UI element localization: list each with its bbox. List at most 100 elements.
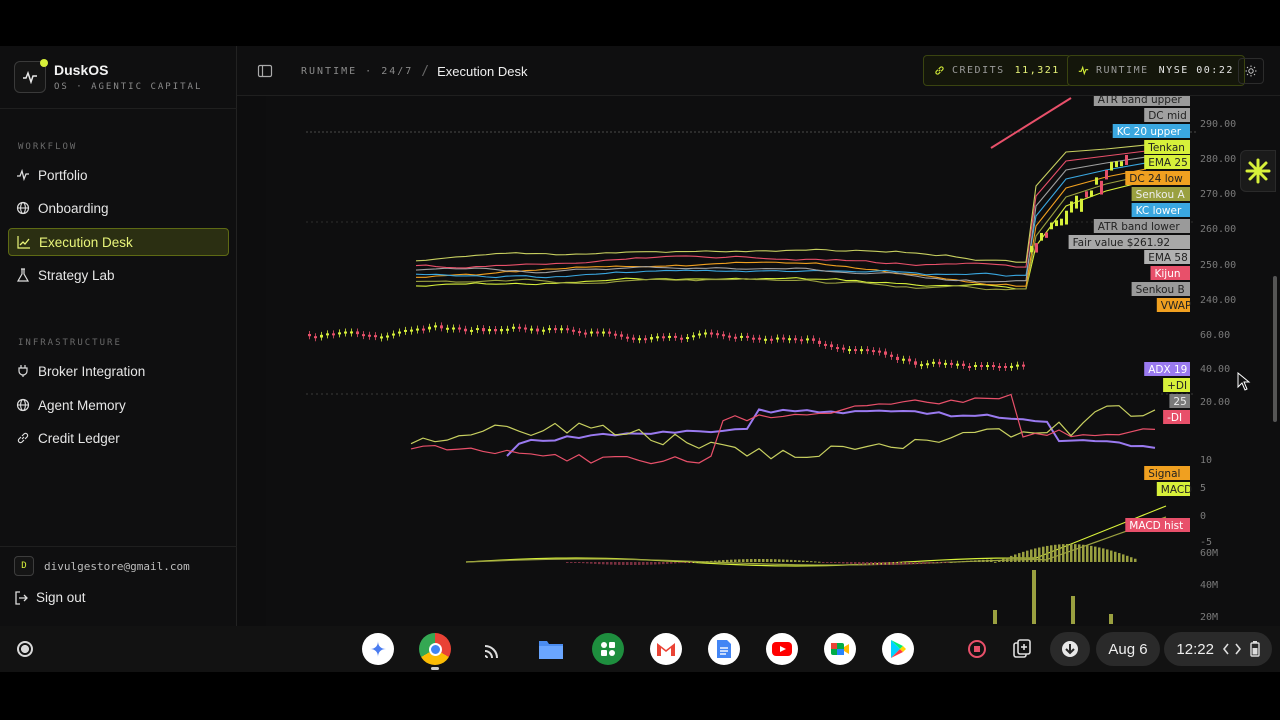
breadcrumb-separator: / [421,64,430,79]
histogram-bar [806,560,809,562]
candle-body [320,334,323,338]
brand[interactable]: DuskOS OS · AGENTIC CAPITAL [14,59,202,94]
price-series-label: KC 20 upper [1117,126,1182,138]
histogram-bar [794,560,797,562]
macd-histogram [566,544,1137,565]
download-button[interactable] [1050,632,1090,666]
histogram-bar [1114,551,1117,562]
candle-body [1022,364,1025,367]
taskbar-app-play-store[interactable] [881,632,915,666]
sidebar-item-onboarding[interactable]: Onboarding [8,194,229,222]
candle-body [602,331,605,334]
runtime-pill[interactable]: RUNTIME NYSE 00:22 [1067,55,1245,86]
candle-body [758,337,761,340]
candle-body [752,337,755,340]
taskbar-app-gemini[interactable] [361,632,395,666]
candle-body [572,329,575,332]
sidebar-item-strategy-lab[interactable]: Strategy Lab [8,261,229,289]
candle-body [1110,161,1113,171]
macd-series-label: Signal [1148,468,1180,480]
theme-toggle-button[interactable] [1238,58,1264,84]
taskbar-app-youtube[interactable] [765,632,799,666]
histogram-bar [882,562,885,565]
sidebar-item-label: Onboarding [38,200,109,216]
credits-pill[interactable]: CREDITS 11,321 [923,55,1071,86]
chart-canvas[interactable]: 290.00 280.00 270.00 260.00 250.00 240.00 60.0… [266,96,1280,626]
candle-body [362,334,365,337]
user-email: divulgestore@gmail.com [44,559,190,573]
sidebar-toggle-icon[interactable] [257,63,273,79]
divider [0,546,237,547]
histogram-bar [1106,549,1109,562]
histogram-bar [910,562,913,565]
page-title: Execution Desk [437,64,528,79]
histogram-bar [666,562,669,564]
taskbar-app-docs[interactable] [707,632,741,666]
macd-tick-label: 5 [1200,483,1206,494]
globe-icon [16,398,30,412]
apps-icon [592,633,624,665]
candle-body [404,329,407,332]
status-tray[interactable]: 12:22 [1164,632,1272,666]
price-chart[interactable]: 290.00 280.00 270.00 260.00 250.00 240.00 60.0… [266,96,1280,626]
histogram-bar [978,560,981,562]
candle-body [548,328,551,331]
screen-record-button[interactable] [960,632,994,666]
histogram-bar [1038,547,1041,562]
sidebar-item-portfolio[interactable]: Portfolio [8,161,229,189]
histogram-bar [866,562,869,565]
histogram-bar [778,559,781,562]
sign-out-button[interactable]: Sign out [14,590,86,605]
histogram-bar [566,562,569,563]
candle-body [662,336,665,339]
histogram-bar [1002,558,1005,562]
candle-body [1090,190,1093,197]
user-row[interactable]: D divulgestore@gmail.com [14,556,190,576]
sidebar-item-broker-integration[interactable]: Broker Integration [8,357,229,385]
candle-body [506,328,509,331]
price-series-label: Senkou B [1136,284,1185,296]
breadcrumb: RUNTIME · 24/7 / Execution Desk [301,64,527,79]
sidebar-item-agent-memory[interactable]: Agent Memory [8,391,229,419]
sidebar-item-credit-ledger[interactable]: Credit Ledger [8,424,229,452]
taskbar-app-chrome[interactable] [418,632,452,670]
adx-series-label: -DI [1167,412,1182,424]
asterisk-badge[interactable] [1240,150,1276,192]
histogram-bar [862,562,865,565]
candle-body [338,332,341,335]
candle-body [410,329,413,332]
histogram-bar [678,562,681,564]
chrome-icon [419,633,451,665]
clipboard-button[interactable] [1005,632,1039,666]
volume-tick-label: 20M [1200,612,1218,623]
date-button[interactable]: Aug 6 [1096,632,1160,666]
histogram-bar [930,562,933,564]
candle-body [398,331,401,334]
histogram-bar [706,561,709,563]
taskbar-app-gmail[interactable] [649,632,683,666]
candle-body [884,351,887,355]
candle-body [728,335,731,338]
histogram-bar [606,562,609,565]
breadcrumb-root[interactable]: RUNTIME · 24/7 [301,66,413,77]
taskbar-app-files[interactable] [534,632,568,666]
launcher-button[interactable] [8,632,42,666]
histogram-bar [974,560,977,562]
histogram-bar [842,562,845,564]
histogram-bar [950,561,953,563]
play-store-icon [882,633,914,665]
histogram-bar [1122,554,1125,562]
candle-body [668,335,671,338]
clipboard-add-icon [1013,639,1031,658]
candle-body [416,328,419,331]
taskbar-app-meet[interactable] [823,632,857,666]
histogram-bar [1030,549,1033,562]
histogram-bar [902,562,905,565]
candle-body [914,361,917,365]
taskbar-app-launcher-apps[interactable] [591,632,625,666]
taskbar-app-cast[interactable] [476,632,510,666]
line-chart-icon [17,236,30,249]
histogram-bar [1130,557,1133,562]
sidebar-item-execution-desk[interactable]: Execution Desk [8,228,229,256]
scrollbar-thumb[interactable] [1273,276,1277,422]
